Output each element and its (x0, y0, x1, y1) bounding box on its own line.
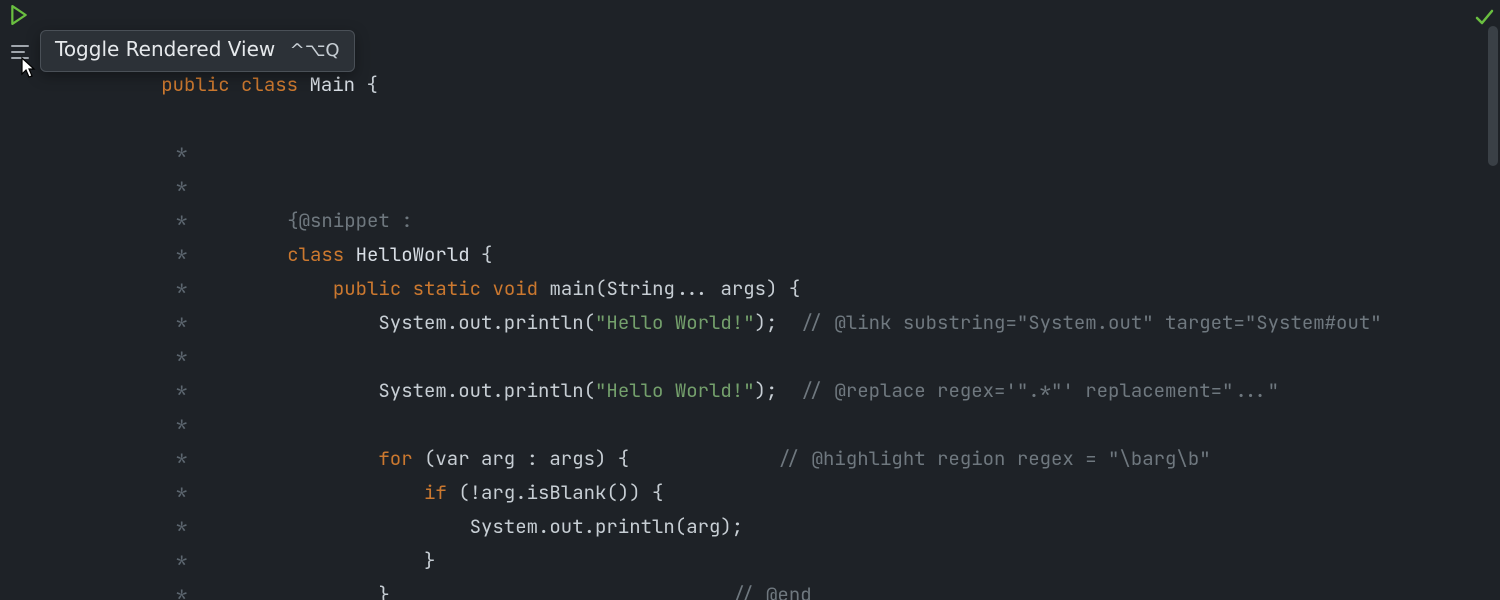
tooltip-toggle-rendered-view: Toggle Rendered View ^⌥Q (40, 30, 355, 72)
code-line[interactable]: * for (var arg : args) { // @highlight r… (0, 306, 1500, 340)
code-area[interactable]: public class Main { * {@snippet : * clas… (0, 0, 1500, 600)
code-line[interactable]: * class HelloWorld { (0, 102, 1500, 136)
code-line[interactable]: * } // @end (0, 442, 1500, 476)
code-line[interactable]: * } (0, 408, 1500, 442)
code-line[interactable]: * System.out.println(arg); (0, 374, 1500, 408)
code-line[interactable]: * public static void main(String... args… (0, 136, 1500, 170)
code-line[interactable]: * (0, 204, 1500, 238)
code-line[interactable]: * } (0, 578, 1500, 600)
code-line[interactable]: * System.out.println("Hello World!"); //… (0, 238, 1500, 272)
code-line[interactable]: * System.out.println("Hello World!"); //… (0, 170, 1500, 204)
code-line[interactable]: * (0, 272, 1500, 306)
code-line[interactable]: * if (!arg.isBlank()) { (0, 340, 1500, 374)
tooltip-label: Toggle Rendered View (55, 37, 275, 61)
code-line[interactable]: public class Main { (0, 0, 1500, 34)
code-line[interactable]: * } (0, 544, 1500, 578)
code-line[interactable]: * {@snippet : (0, 68, 1500, 102)
code-line[interactable]: * System.out.println("Hello World!"); //… (0, 510, 1500, 544)
code-editor[interactable]: public class Main { * {@snippet : * clas… (0, 0, 1500, 600)
code-line[interactable]: * (0, 476, 1500, 510)
tooltip-shortcut: ^⌥Q (290, 40, 340, 61)
